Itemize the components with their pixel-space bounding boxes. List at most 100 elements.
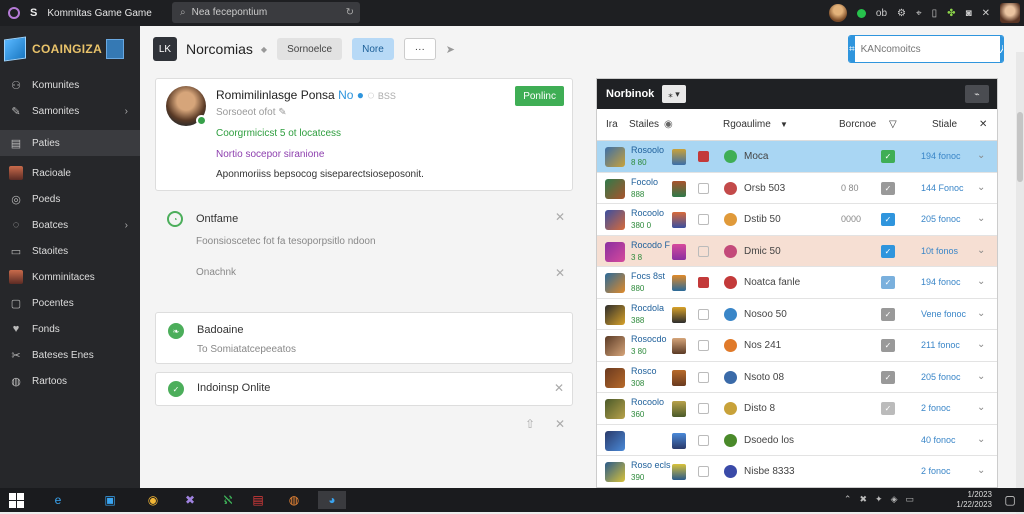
sidebar-item-racioale[interactable]: Racioale <box>0 160 140 186</box>
close-icon[interactable]: ✕ <box>979 119 987 130</box>
chevron-down-icon[interactable]: ⌄ <box>977 150 985 161</box>
store-icon[interactable]: ▣ <box>100 491 120 509</box>
settings-icon[interactable]: ⚙ <box>897 8 906 19</box>
notifications-icon[interactable]: ▢ <box>1000 491 1020 509</box>
app-logo-icon[interactable] <box>8 7 20 19</box>
sort-icon[interactable]: ◉ <box>664 119 673 130</box>
sidebar-item-bateses-enes[interactable]: ✂ Bateses Enes <box>0 342 140 368</box>
phone-icon[interactable]: ▯ <box>932 8 938 19</box>
check-icon[interactable]: ✓ <box>881 433 895 447</box>
feed-card-online[interactable]: ✓ Indoinsp Onlite ✕ <box>155 372 573 406</box>
panel-filter-chip[interactable]: ⁎ ▾ <box>662 85 686 103</box>
col-header[interactable]: Ira <box>606 119 618 130</box>
close-icon[interactable]: ✕ <box>555 417 565 431</box>
check-icon[interactable]: ✓ <box>881 339 895 352</box>
refresh-icon[interactable]: ↻ <box>346 7 354 18</box>
volume-icon[interactable]: ◈ <box>891 494 898 505</box>
table-row[interactable]: Rosoolo 8 80 Moca ✓ 194 fonoc ⌄ <box>597 141 997 173</box>
scrollbar-thumb[interactable] <box>1017 112 1023 182</box>
chevron-down-icon[interactable]: ⌄ <box>977 371 985 382</box>
col-header[interactable]: Borcnoe <box>839 119 876 130</box>
profile-line-1[interactable]: Coorgrmicicst 5 ot locatcess <box>216 128 341 139</box>
check-icon[interactable]: ✓ <box>881 402 895 415</box>
panel-collapse-button[interactable]: ⌁ <box>965 85 989 103</box>
chevron-down-icon[interactable]: ⌄ <box>977 182 985 193</box>
profile-line-2[interactable]: Nortio socepor siranione <box>216 149 324 160</box>
status-square-icon[interactable] <box>698 308 709 320</box>
check-icon[interactable]: ✓ <box>881 465 895 478</box>
status-square-icon[interactable] <box>698 403 709 414</box>
table-row[interactable]: Rocoolo 360 Disto 8 ✓ 2 fonoc ⌄ <box>597 393 997 425</box>
filter-icon[interactable]: ▽ <box>889 119 897 130</box>
chevron-up-icon[interactable]: ⌃ <box>844 494 852 505</box>
chevron-down-icon[interactable]: ⌄ <box>977 245 985 256</box>
check-icon[interactable]: ✓ <box>881 370 895 384</box>
caret-icon[interactable]: ◆ <box>261 45 267 54</box>
windows-start-icon[interactable] <box>6 491 26 509</box>
status-square-icon[interactable] <box>698 151 709 162</box>
brand[interactable]: COAINGIZA <box>0 26 140 72</box>
table-row[interactable]: Focolo 888 Orsb 503 0 80 ✓ 144 Fonoc ⌄ <box>597 172 997 204</box>
table-row[interactable]: Rocoolo 380 0 Dstib 50 0000 ✓ 205 fonoc ⌄ <box>597 204 997 236</box>
check-icon[interactable]: ✓ <box>881 307 895 321</box>
user-avatar-small[interactable] <box>828 4 847 22</box>
clock[interactable]: 1/2023 1/22/2023 <box>956 490 992 510</box>
status-square-icon[interactable] <box>698 340 709 351</box>
sidebar-item-paties[interactable]: ▤ Paties <box>0 130 140 156</box>
check-icon[interactable]: ✓ <box>881 244 895 258</box>
feed-item-1[interactable]: ◔ Ontfame ✕ Foonsioscetec fot fa tesopor… <box>155 204 573 304</box>
check-icon[interactable]: ✓ <box>881 276 895 289</box>
status-square-icon[interactable] <box>698 245 709 257</box>
status-square-icon[interactable] <box>698 466 709 477</box>
table-row[interactable]: Roso ecls 390 Nisbe 8333 ✓ 2 fonoc ⌄ <box>597 456 997 487</box>
chevron-down-icon[interactable]: ⌄ <box>977 465 985 476</box>
sidebar-item-boatces[interactable]: ◌ Boatces › <box>0 212 140 238</box>
chevron-down-icon[interactable]: ⌄ <box>977 402 985 413</box>
sort-down-icon[interactable]: ▼ <box>780 120 788 129</box>
table-row[interactable]: Rocdola 388 Nosoo 50 ✓ Vene fonoc ⌄ <box>597 298 997 330</box>
status-square-icon[interactable] <box>698 214 709 225</box>
app-icon[interactable]: ✖ <box>180 491 200 509</box>
chevron-down-icon[interactable]: ⌄ <box>977 276 985 287</box>
close-icon[interactable]: ✕ <box>554 381 564 395</box>
edge-browser-icon[interactable]: e <box>48 491 68 509</box>
sidebar-item-komunites[interactable]: ⚇ Komunites <box>0 72 140 98</box>
new-button[interactable]: Nore <box>352 38 394 60</box>
profile-avatar[interactable] <box>166 86 207 126</box>
global-search[interactable]: ⌕ Nea fecepontium ↻ <box>172 2 360 23</box>
sort-button[interactable]: Sornoelce <box>277 38 343 60</box>
firefox-icon[interactable]: ◍ <box>284 491 304 509</box>
table-row[interactable]: Rocodo F 3 8 Dmic 50 ✓ 10t fonos ⌄ <box>597 235 997 267</box>
table-row[interactable]: Rosocdo 3 80 Nos 241 ✓ 211 fonoc ⌄ <box>597 330 997 362</box>
close-icon[interactable]: ✕ <box>555 266 565 280</box>
close-icon[interactable]: ✕ <box>555 210 565 224</box>
profile-action-button[interactable]: Ponlinc <box>515 86 564 106</box>
info-icon[interactable]: ◌ <box>367 88 374 102</box>
sidebar-item-komminitaces[interactable]: Komminitaces <box>0 264 140 290</box>
sidebar-item-rartoos[interactable]: ◍ Rartoos <box>0 368 140 394</box>
profile-avatar[interactable] <box>1000 3 1020 23</box>
table-row[interactable]: Rosco 308 Nsoto 08 ✓ 205 fonoc ⌄ <box>597 361 997 393</box>
upload-icon[interactable]: ⇧ <box>525 417 535 431</box>
col-header[interactable]: Stailes <box>629 119 659 130</box>
search-go-button[interactable]: ⅄ <box>999 36 1003 62</box>
col-header[interactable]: Rgoaulime <box>723 119 771 130</box>
sidebar-item-samonites[interactable]: ✎ Samonites › <box>0 98 140 124</box>
page-search-input[interactable] <box>854 36 999 62</box>
check-icon[interactable]: ✓ <box>881 150 895 163</box>
feed-card-badoaine[interactable]: ❧ Badoaine To Somiatatcepeeatos <box>155 312 573 364</box>
page-scrollbar[interactable] <box>1016 52 1024 514</box>
battery-icon[interactable]: ▭ <box>905 494 914 505</box>
chrome-icon[interactable]: ◉ <box>143 491 163 509</box>
chevron-down-icon[interactable]: ⌄ <box>977 339 985 350</box>
sidebar-item-staoites[interactable]: ▭ Staoites <box>0 238 140 264</box>
status-square-icon[interactable] <box>698 434 709 446</box>
check-icon[interactable]: ✓ <box>881 181 895 195</box>
office-icon[interactable]: ▤ <box>248 491 268 509</box>
wifi-icon[interactable]: ✦ <box>875 494 883 505</box>
pin-icon[interactable]: ⌖ <box>916 8 922 19</box>
tools-icon[interactable]: ✕ <box>982 8 990 19</box>
status-square-icon[interactable] <box>698 371 709 383</box>
sidebar-item-pocentes[interactable]: ▢ Pocentes <box>0 290 140 316</box>
more-button[interactable]: ··· <box>403 38 436 60</box>
